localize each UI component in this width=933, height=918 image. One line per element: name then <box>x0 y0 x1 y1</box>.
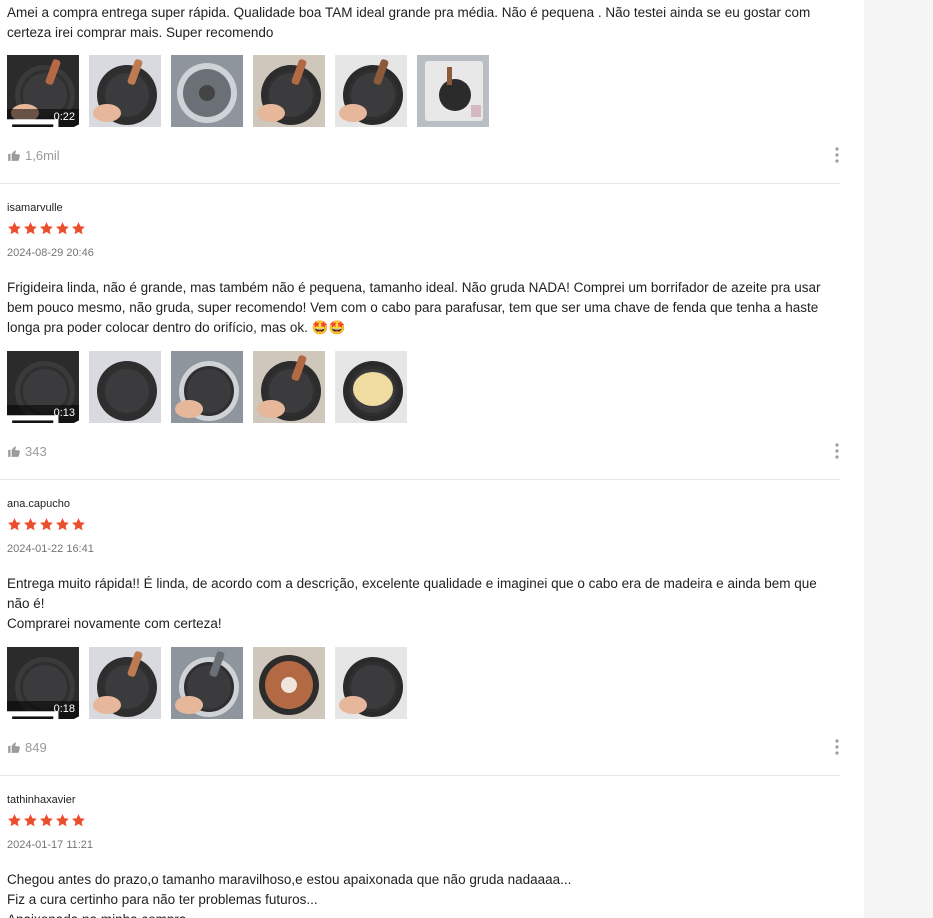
review-photo-thumbnail[interactable] <box>253 351 325 423</box>
thumbnail-image <box>335 351 407 423</box>
star-icon <box>8 814 21 827</box>
review-photo-thumbnail[interactable] <box>89 647 161 719</box>
video-duration: 0:13 <box>53 407 75 419</box>
thumbnail-image <box>335 647 407 719</box>
more-options-button[interactable] <box>833 442 841 460</box>
star-icon <box>56 814 69 827</box>
star-icon <box>40 222 53 235</box>
review-photo-thumbnail[interactable] <box>335 55 407 127</box>
review-video-thumbnail[interactable]: 0:13 <box>7 351 79 423</box>
rating-stars <box>7 221 86 237</box>
thumbnail-image <box>253 351 325 423</box>
page: Amei a compra entrega super rápida. Qual… <box>0 0 933 918</box>
review-divider <box>0 183 840 184</box>
thumbnail-image <box>171 351 243 423</box>
star-icon <box>40 518 53 531</box>
video-overlay: 0:18 <box>7 701 79 719</box>
thumbnail-image <box>89 55 161 127</box>
review-photo-thumbnail[interactable] <box>89 351 161 423</box>
star-icon <box>72 222 85 235</box>
star-icon <box>72 814 85 827</box>
review-video-thumbnail[interactable]: 0:18 <box>7 647 79 719</box>
thumbs-up-icon <box>8 150 20 161</box>
thumbnail-image <box>89 647 161 719</box>
rating-stars <box>7 813 86 829</box>
review-date: 2024-01-17 11:21 <box>7 839 94 851</box>
thumbnail-image <box>171 55 243 127</box>
review-divider <box>0 479 840 480</box>
thumbnail-image <box>335 55 407 127</box>
review-text: Amei a compra entrega super rápida. Qual… <box>7 5 811 40</box>
like-count: 849 <box>25 739 47 755</box>
star-icon <box>40 814 53 827</box>
review-feed[interactable]: Amei a compra entrega super rápida. Qual… <box>0 0 864 918</box>
video-duration: 0:18 <box>53 703 75 715</box>
star-icon <box>72 518 85 531</box>
thumbs-up-icon <box>8 446 20 457</box>
review-video-thumbnail[interactable]: 0:22 <box>7 55 79 127</box>
review-media: 0:18 <box>7 647 407 719</box>
more-vertical-icon <box>835 739 839 755</box>
thumbnail-image <box>89 351 161 423</box>
review-photo-thumbnail[interactable] <box>335 351 407 423</box>
like-button[interactable]: 343 <box>7 442 47 460</box>
review-text: Entrega muito rápida!! É linda, de acord… <box>7 576 817 631</box>
right-gutter <box>864 0 933 918</box>
review-photo-thumbnail[interactable] <box>89 55 161 127</box>
like-count: 1,6mil <box>25 147 60 163</box>
like-count: 343 <box>25 443 47 459</box>
review-divider <box>0 775 840 776</box>
review-media: 0:22 <box>7 55 489 127</box>
video-duration: 0:22 <box>53 111 75 123</box>
star-icon <box>24 222 37 235</box>
review-photo-thumbnail[interactable] <box>253 55 325 127</box>
review-author: isamarvulle <box>7 202 63 214</box>
star-icon <box>56 222 69 235</box>
review-text: Chegou antes do prazo,o tamanho maravilh… <box>7 872 572 918</box>
thumbs-up-icon <box>8 742 20 753</box>
video-overlay: 0:22 <box>7 109 79 127</box>
review-date: 2024-08-29 20:46 <box>7 247 94 259</box>
like-button[interactable]: 849 <box>7 738 47 756</box>
star-icon <box>56 518 69 531</box>
thumbnail-image <box>253 55 325 127</box>
like-button[interactable]: 1,6mil <box>7 146 60 164</box>
review-photo-thumbnail[interactable] <box>253 647 325 719</box>
review-text: Frigideira linda, não é grande, mas tamb… <box>7 280 821 335</box>
more-vertical-icon <box>835 147 839 163</box>
more-options-button[interactable] <box>833 738 841 756</box>
review-photo-thumbnail[interactable] <box>171 647 243 719</box>
video-overlay: 0:13 <box>7 405 79 423</box>
star-icon <box>24 518 37 531</box>
star-icon <box>8 222 21 235</box>
review-photo-thumbnail[interactable] <box>171 351 243 423</box>
review-photo-thumbnail[interactable] <box>335 647 407 719</box>
review-photo-thumbnail[interactable] <box>417 55 489 127</box>
rating-stars <box>7 517 86 533</box>
review-media: 0:13 <box>7 351 407 423</box>
thumbnail-image <box>417 55 489 127</box>
more-vertical-icon <box>835 443 839 459</box>
more-options-button[interactable] <box>833 146 841 164</box>
review-author: tathinhaxavier <box>7 794 76 806</box>
thumbnail-image <box>253 647 325 719</box>
review-date: 2024-01-22 16:41 <box>7 543 94 555</box>
review-photo-thumbnail[interactable] <box>171 55 243 127</box>
thumbnail-image <box>171 647 243 719</box>
review-author: ana.capucho <box>7 498 70 510</box>
star-icon <box>24 814 37 827</box>
star-icon <box>8 518 21 531</box>
